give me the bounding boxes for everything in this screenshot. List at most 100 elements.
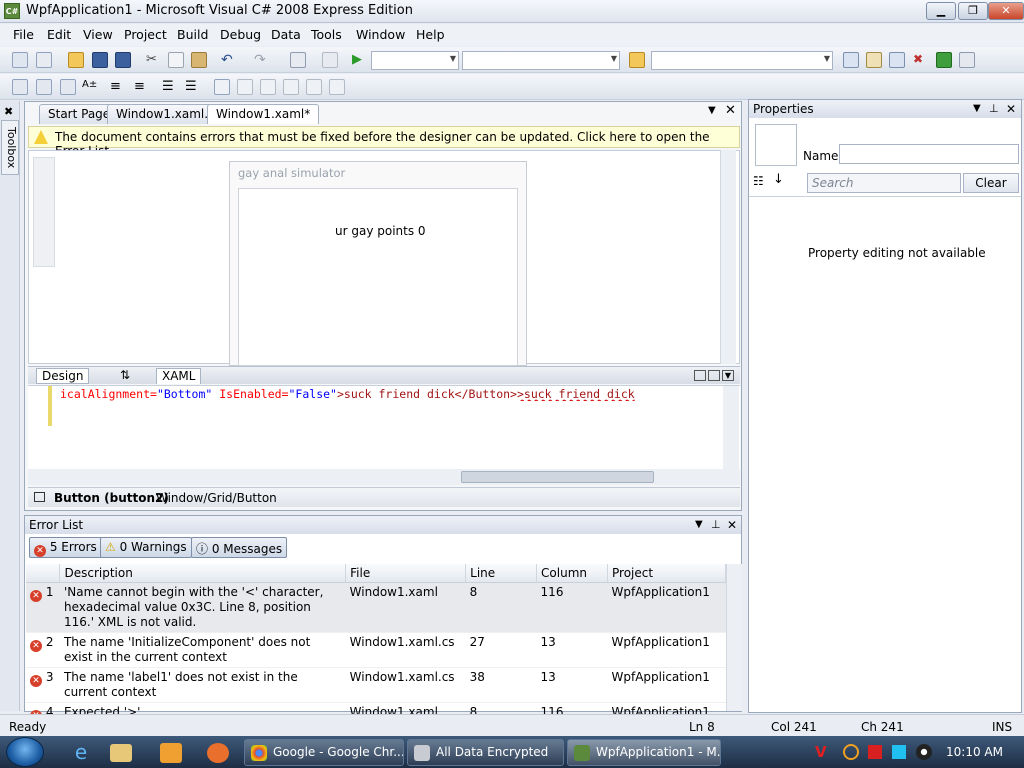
wpf-grid[interactable]: ur gay points 0 <box>238 188 518 366</box>
open-folder-icon[interactable] <box>68 52 84 68</box>
vertical-split-icon[interactable] <box>694 370 706 381</box>
errors-filter-button[interactable]: ✕ 5 Errors <box>29 537 102 558</box>
taskbar-chrome[interactable]: Google - Google Chr... <box>244 739 404 766</box>
name-input[interactable] <box>839 144 1019 164</box>
next-folder-bookmark-icon[interactable] <box>306 79 322 95</box>
col-header-icon[interactable] <box>26 564 61 583</box>
close-button[interactable]: ✕ <box>988 2 1024 20</box>
app-quicklaunch-icon[interactable] <box>207 743 229 763</box>
clear-search-button[interactable]: Clear <box>963 173 1019 193</box>
taskbar-encrypted[interactable]: All Data Encrypted <box>407 739 564 766</box>
table-row[interactable]: ✕ 2 The name 'InitializeComponent' does … <box>26 632 726 668</box>
explorer-folder-icon[interactable] <box>110 744 132 762</box>
start-button[interactable] <box>6 737 44 767</box>
find-in-files-icon[interactable] <box>629 52 645 68</box>
menu-view[interactable]: View <box>83 27 113 42</box>
network-icon[interactable] <box>892 745 906 759</box>
indent-icon[interactable]: ≡ <box>110 79 126 95</box>
bookmark-icon[interactable] <box>214 79 230 95</box>
clear-bookmarks-icon[interactable] <box>329 79 345 95</box>
navigate-icon[interactable] <box>290 52 306 68</box>
toolbox-tab[interactable]: Toolbox <box>1 120 19 175</box>
antivirus-icon[interactable]: V <box>815 743 827 761</box>
toolbox-pin-icon[interactable]: ✖ <box>4 105 13 118</box>
breadcrumb-element[interactable]: Button (button2) <box>54 491 169 505</box>
redo-icon[interactable]: ↷ <box>254 52 270 68</box>
xaml-code-line[interactable]: icalAlignment="Bottom" IsEnabled="False"… <box>60 387 725 401</box>
xaml-horizontal-scrollbar[interactable] <box>28 469 740 485</box>
minimize-button[interactable]: ▁ <box>926 2 956 20</box>
object-browser-icon[interactable] <box>889 52 905 68</box>
panel-dropdown-icon[interactable]: ▼ <box>695 516 703 534</box>
collapse-pane-icon[interactable]: ▼ <box>722 370 734 381</box>
tab-window1-xaml[interactable]: Window1.xaml* <box>207 104 320 124</box>
breadcrumb-path[interactable]: Window/Grid/Button <box>156 491 277 505</box>
col-header-column[interactable]: Column <box>536 564 608 583</box>
close-document-icon[interactable]: ✕ <box>725 103 736 118</box>
table-row[interactable]: ✕ 1 'Name cannot begin with the '<' char… <box>26 582 726 633</box>
align-icon[interactable] <box>12 79 28 95</box>
paste-icon[interactable] <box>191 52 207 68</box>
active-files-dropdown-icon[interactable]: ▼ <box>708 105 716 116</box>
menu-file[interactable]: File <box>13 27 34 42</box>
messages-filter-button[interactable]: ⓘ 0 Messages <box>191 537 288 558</box>
xaml-tab[interactable]: XAML <box>156 368 202 384</box>
menu-window[interactable]: Window <box>356 27 405 42</box>
copy-icon[interactable] <box>168 52 184 68</box>
flag-icon[interactable] <box>868 745 882 759</box>
select-icon[interactable] <box>60 79 76 95</box>
undo-icon[interactable]: ↶ <box>221 52 237 68</box>
design-tab[interactable]: Design <box>36 368 90 384</box>
text-size-icon[interactable]: A± <box>82 79 98 95</box>
media-player-icon[interactable] <box>160 743 182 763</box>
xaml-editor[interactable]: icalAlignment="Bottom" IsEnabled="False"… <box>28 385 740 470</box>
window-layout-icon[interactable] <box>959 52 975 68</box>
next-bookmark-icon[interactable] <box>260 79 276 95</box>
volume-icon[interactable] <box>916 744 932 760</box>
designer-surface[interactable]: gay anal simulator ur gay points 0 <box>28 150 740 366</box>
menu-debug[interactable]: Debug <box>220 27 261 42</box>
code-icon[interactable] <box>322 52 338 68</box>
pin-icon[interactable]: ⊥ <box>711 516 721 534</box>
xaml-vertical-scrollbar[interactable] <box>723 386 739 470</box>
close-panel-icon[interactable]: ✕ <box>1006 100 1016 118</box>
find-combo[interactable]: ▼ <box>651 51 833 70</box>
wpf-window-preview[interactable]: gay anal simulator ur gay points 0 <box>229 161 527 366</box>
uncomment-icon[interactable]: ☰ <box>185 79 201 95</box>
prev-bookmark-icon[interactable] <box>237 79 253 95</box>
platform-combo[interactable]: ▼ <box>462 51 620 70</box>
menu-edit[interactable]: Edit <box>47 27 71 42</box>
swap-panes-icon[interactable]: ⇅ <box>120 368 130 382</box>
save-all-icon[interactable] <box>115 52 131 68</box>
internet-explorer-icon[interactable]: e <box>64 740 98 765</box>
zoom-slider[interactable] <box>33 157 55 267</box>
scroll-thumb[interactable] <box>461 471 654 483</box>
new-project-icon[interactable] <box>12 52 28 68</box>
designer-error-banner[interactable]: The document contains errors that must b… <box>28 126 740 158</box>
property-search-input[interactable]: Search <box>807 173 961 193</box>
col-header-project[interactable]: Project <box>607 564 726 583</box>
search-icon[interactable] <box>843 744 859 760</box>
col-header-line[interactable]: Line <box>465 564 538 583</box>
pin-icon[interactable]: ⊥ <box>989 100 999 118</box>
maximize-button[interactable]: ❐ <box>958 2 988 20</box>
outdent-icon[interactable]: ≡ <box>134 79 150 95</box>
table-row[interactable]: ✕ 3 The name 'label1' does not exist in … <box>26 667 726 703</box>
cut-icon[interactable]: ✂ <box>146 52 162 68</box>
menu-data[interactable]: Data <box>271 27 301 42</box>
clock[interactable]: 10:10 AM <box>946 745 1003 759</box>
menu-project[interactable]: Project <box>124 27 167 42</box>
col-header-file[interactable]: File <box>345 564 467 583</box>
taskbar-visual-csharp[interactable]: WpfApplication1 - M... <box>567 739 721 766</box>
wpf-label[interactable]: ur gay points 0 <box>335 224 426 238</box>
menu-build[interactable]: Build <box>177 27 208 42</box>
configuration-combo[interactable]: ▼ <box>371 51 459 70</box>
col-header-description[interactable]: Description <box>59 564 347 583</box>
categorized-icon[interactable]: ☷ <box>753 174 764 188</box>
prev-folder-bookmark-icon[interactable] <box>283 79 299 95</box>
start-debug-icon[interactable]: ▶ <box>352 52 368 68</box>
comment-icon[interactable]: ☰ <box>162 79 178 95</box>
add-item-icon[interactable] <box>36 52 52 68</box>
panel-dropdown-icon[interactable]: ▼ <box>973 100 981 118</box>
designer-scrollbar[interactable] <box>720 150 736 364</box>
